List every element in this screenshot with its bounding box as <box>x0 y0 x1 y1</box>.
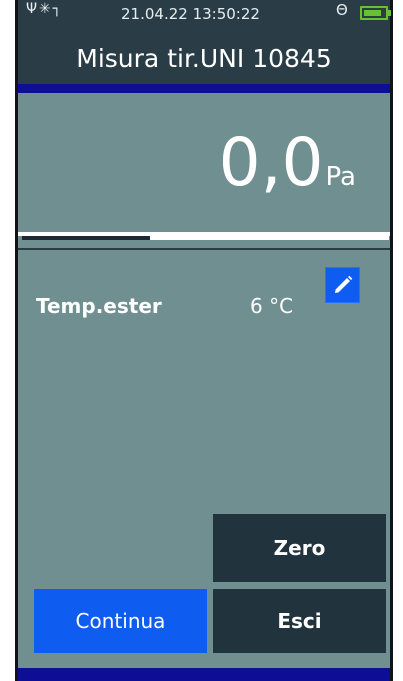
pressure-reading: 0,0Pa <box>219 130 356 196</box>
continua-button[interactable]: Continua <box>34 589 207 653</box>
reading-value: 0,0 <box>218 124 324 201</box>
status-datetime: 21.04.22 13:50:22 <box>121 5 260 23</box>
edit-button[interactable] <box>325 267 360 303</box>
bottom-stripe <box>18 668 390 681</box>
progress-bar <box>22 236 389 240</box>
device-screen: Ψ✳┐ 21.04.22 13:50:22 Θ Misura tir.UNI 1… <box>15 0 393 681</box>
battery-icon <box>360 6 391 20</box>
wrench-icon: ┐ <box>52 1 64 17</box>
temp-ester-label: Temp.ester <box>36 294 162 318</box>
bluetooth-icon: ✳ <box>39 1 53 17</box>
status-bar: Ψ✳┐ 21.04.22 13:50:22 Θ <box>18 0 391 34</box>
temp-ester-value: 6 °C <box>250 294 294 318</box>
esci-button[interactable]: Esci <box>213 589 386 653</box>
pencil-icon <box>334 275 352 293</box>
reading-unit: Pa <box>325 162 356 192</box>
battery-nub <box>388 10 391 16</box>
usb-icon: Ψ <box>26 1 40 17</box>
progress-fill <box>22 236 151 240</box>
status-icons: Ψ✳┐ <box>26 1 63 17</box>
zero-button[interactable]: Zero <box>213 514 386 582</box>
page-title: Misura tir.UNI 10845 <box>18 34 390 84</box>
probe-icon: Θ <box>336 1 348 19</box>
section-divider <box>18 248 390 250</box>
title-stripe <box>18 84 390 93</box>
battery-fill <box>364 10 381 16</box>
